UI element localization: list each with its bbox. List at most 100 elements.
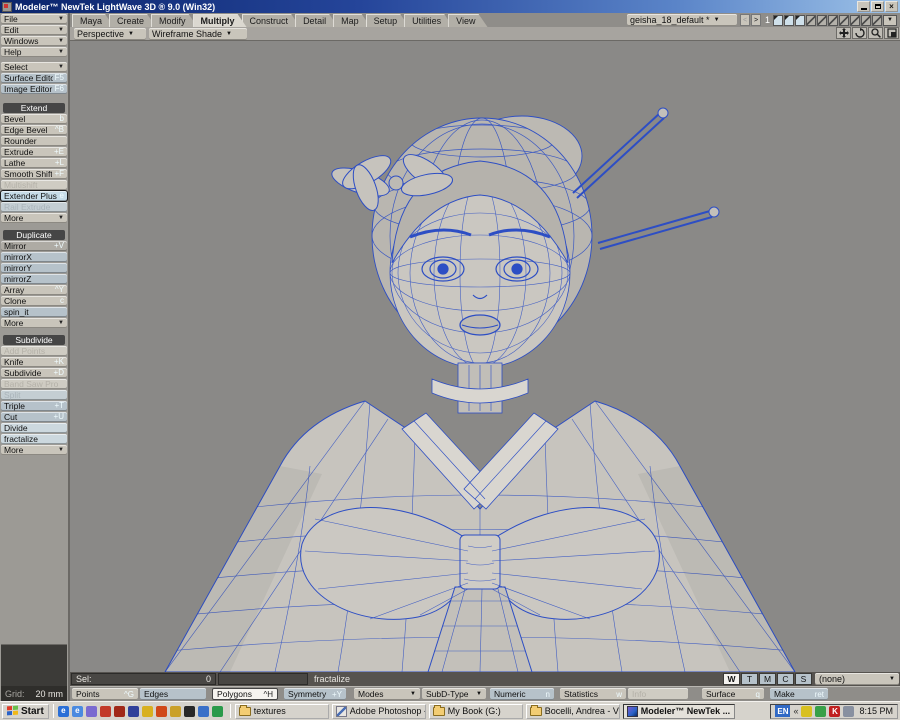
- preset-box-icon[interactable]: [784, 15, 794, 26]
- tab-setup[interactable]: Setup: [366, 14, 410, 27]
- array-button[interactable]: Array^Y: [1, 285, 67, 295]
- edge-bevel-button[interactable]: Edge Bevel^B: [1, 125, 67, 135]
- perspective-viewport[interactable]: [70, 41, 900, 672]
- update-icon[interactable]: [843, 706, 854, 717]
- symmetry-button[interactable]: Symmetry+Y: [284, 688, 346, 700]
- preset-box-icon[interactable]: [817, 15, 827, 26]
- browser-icon[interactable]: e: [72, 706, 83, 717]
- surface-button[interactable]: Surfaceq: [702, 688, 764, 700]
- gift-icon[interactable]: [100, 706, 111, 717]
- mode-button-t[interactable]: T: [741, 673, 758, 685]
- surface-editor-button[interactable]: Surface EditorF5: [1, 73, 67, 83]
- disc-icon[interactable]: [198, 706, 209, 717]
- edges-button[interactable]: Edges: [140, 688, 206, 700]
- mode-button-s[interactable]: S: [795, 673, 812, 685]
- bevel-button[interactable]: Bevelb: [1, 114, 67, 124]
- minimize-button[interactable]: [857, 1, 870, 12]
- preset-next-button[interactable]: >: [751, 14, 761, 26]
- tab-utilities[interactable]: Utilities: [404, 14, 453, 27]
- points-button[interactable]: Points^G: [72, 688, 138, 700]
- rounder-button[interactable]: Rounder: [1, 136, 67, 146]
- zoom-icon[interactable]: [868, 27, 883, 39]
- pan-icon[interactable]: [836, 27, 851, 39]
- internet-explorer-icon[interactable]: e: [58, 706, 69, 717]
- divide-button[interactable]: Divide: [1, 423, 67, 433]
- preset-prev-button[interactable]: <: [740, 14, 750, 26]
- menu-file[interactable]: File▼: [1, 14, 67, 24]
- start-button[interactable]: Start: [2, 704, 49, 719]
- subdivide-button[interactable]: Subdivide+D: [1, 368, 67, 378]
- task-button-adobe-photoshop[interactable]: Adobe Photoshop - [...: [332, 704, 426, 719]
- menu-edit[interactable]: Edit▼: [1, 25, 67, 35]
- task-button-modeler-newtek[interactable]: Modeler™ NewTek ...: [623, 704, 735, 719]
- clone-button[interactable]: Clonec: [1, 296, 67, 306]
- mirrory-button[interactable]: mirrorY: [1, 263, 67, 273]
- spin-it-button[interactable]: spin_it: [1, 307, 67, 317]
- close-button[interactable]: ×: [885, 1, 898, 12]
- preset-box-icon[interactable]: [828, 15, 838, 26]
- antivirus-icon[interactable]: K: [829, 706, 840, 717]
- statistics-button[interactable]: Statisticsw: [560, 688, 626, 700]
- preset-box-icon[interactable]: [806, 15, 816, 26]
- mode-button-w[interactable]: W: [723, 673, 740, 685]
- rotate-icon[interactable]: [852, 27, 867, 39]
- shade-mode-dropdown[interactable]: Wireframe Shade ▼: [149, 28, 247, 40]
- preset-box-icon[interactable]: [795, 15, 805, 26]
- select-button[interactable]: Select▼: [1, 62, 67, 72]
- chevron-left-icon[interactable]: «: [793, 706, 798, 716]
- task-button-textures[interactable]: textures: [235, 704, 329, 719]
- image-editor-button[interactable]: Image EditorF6: [1, 84, 67, 94]
- tab-map[interactable]: Map: [333, 14, 371, 27]
- network-icon[interactable]: [212, 706, 223, 717]
- shield-icon[interactable]: [815, 706, 826, 717]
- mode-button-m[interactable]: M: [759, 673, 776, 685]
- volume-icon[interactable]: [801, 706, 812, 717]
- opera-icon[interactable]: [156, 706, 167, 717]
- tab-multiply[interactable]: Multiply: [193, 14, 247, 27]
- more-button[interactable]: More▼: [1, 213, 67, 223]
- fractalize-button[interactable]: fractalize: [1, 434, 67, 444]
- task-button-my-book-g[interactable]: My Book (G:): [429, 704, 523, 719]
- package-icon[interactable]: [114, 706, 125, 717]
- preset-box-icon[interactable]: [773, 15, 783, 26]
- tab-create[interactable]: Create: [109, 14, 156, 27]
- lathe-button[interactable]: Lathe+L: [1, 158, 67, 168]
- preset-box-icon[interactable]: [872, 15, 882, 26]
- preset-list-button[interactable]: ▼: [883, 15, 897, 26]
- preset-box-icon[interactable]: [861, 15, 871, 26]
- preset-box-icon[interactable]: [850, 15, 860, 26]
- selection-set-dropdown[interactable]: (none) ▼: [815, 673, 899, 685]
- view-mode-dropdown[interactable]: Perspective ▼: [74, 28, 146, 40]
- make-button[interactable]: Makeret: [770, 688, 828, 700]
- modes-button[interactable]: Modes▼: [354, 688, 420, 700]
- expand-icon[interactable]: [884, 27, 899, 39]
- cut-button[interactable]: Cut+U: [1, 412, 67, 422]
- knife-button[interactable]: Knife+K: [1, 357, 67, 367]
- restore-button[interactable]: [871, 1, 884, 12]
- extender-plus-button[interactable]: Extender Pluse: [1, 191, 67, 201]
- language-indicator[interactable]: EN: [775, 705, 790, 717]
- media-icon[interactable]: [142, 706, 153, 717]
- task-button-bocelli-andrea-viag[interactable]: Bocelli, Andrea - Viag...: [526, 704, 620, 719]
- tab-construct[interactable]: Construct: [242, 14, 301, 27]
- mirrorx-button[interactable]: mirrorX: [1, 252, 67, 262]
- tab-maya[interactable]: Maya: [72, 14, 114, 27]
- more-button[interactable]: More▼: [1, 445, 67, 455]
- mode-button-c[interactable]: C: [777, 673, 794, 685]
- flag-icon[interactable]: [128, 706, 139, 717]
- messenger-icon[interactable]: [86, 706, 97, 717]
- tool-icon[interactable]: [184, 706, 195, 717]
- pen-icon[interactable]: [170, 706, 181, 717]
- polygons-button[interactable]: Polygons^H: [212, 688, 278, 700]
- menu-help[interactable]: Help▼: [1, 47, 67, 57]
- mirror-button[interactable]: Mirror+V: [1, 241, 67, 251]
- menu-windows[interactable]: Windows▼: [1, 36, 67, 46]
- subd-type-button[interactable]: SubD-Type▼: [422, 688, 486, 700]
- preset-box-icon[interactable]: [839, 15, 849, 26]
- numeric-button[interactable]: Numericn: [490, 688, 554, 700]
- preset-dropdown[interactable]: geisha_18_default * ▼: [627, 14, 737, 26]
- more-button[interactable]: More▼: [1, 318, 67, 328]
- tab-view[interactable]: View: [448, 14, 487, 27]
- mirrorz-button[interactable]: mirrorZ: [1, 274, 67, 284]
- triple-button[interactable]: Triple+T: [1, 401, 67, 411]
